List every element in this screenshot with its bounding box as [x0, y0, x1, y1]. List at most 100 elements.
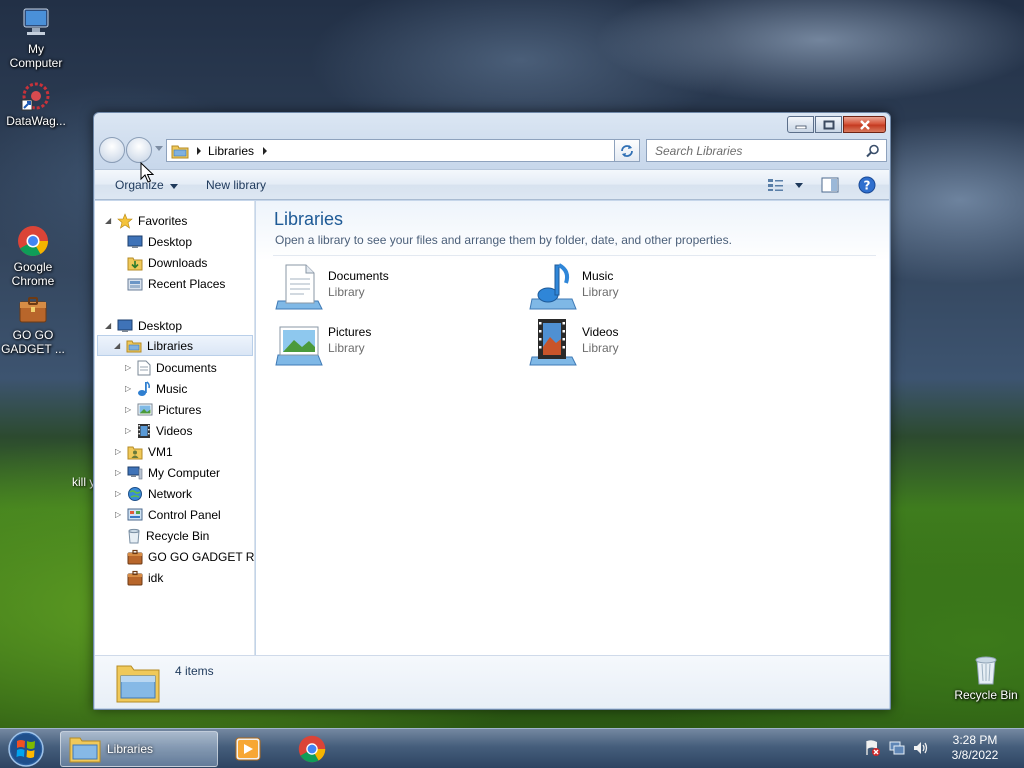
desktop-icon-recycle-bin[interactable]: Recycle Bin [950, 654, 1022, 702]
command-bar: Organize New library ? [95, 169, 889, 200]
expand-arrow-icon[interactable]: ▷ [125, 384, 135, 393]
library-videos[interactable]: Videos Library [528, 317, 768, 369]
clock[interactable]: 3:28 PM 3/8/2022 [940, 733, 1010, 763]
tree-item-favorites-desktop[interactable]: Desktop [127, 231, 192, 252]
tree-item-music[interactable]: ▷ Music [125, 378, 187, 399]
tree-item-downloads[interactable]: Downloads [127, 252, 207, 273]
desktop-icon-go-go-gadget[interactable]: GO GO GADGET ... [0, 294, 69, 356]
close-button[interactable] [843, 116, 886, 133]
libraries-icon [171, 145, 189, 158]
tree-item-go-go-gadget-rar[interactable]: GO GO GADGET RAR [127, 546, 254, 567]
collapse-arrow-icon[interactable]: ◢ [105, 321, 115, 330]
tree-item-label: idk [148, 570, 164, 585]
videos-icon [138, 423, 150, 438]
tree-item-libraries[interactable]: ◢ Libraries [97, 335, 253, 356]
collapse-arrow-icon[interactable]: ◢ [114, 341, 124, 350]
tree-item-recycle-bin[interactable]: Recycle Bin [127, 525, 209, 546]
library-kind: Library [328, 341, 365, 355]
refresh-button[interactable] [614, 139, 640, 162]
tree-item-label: VM1 [148, 444, 173, 459]
desktop-icon [127, 235, 143, 248]
navigation-pane[interactable]: ◢ Favorites Desktop Downloads Recent Pla… [95, 201, 255, 655]
library-kind: Library [582, 285, 619, 299]
search-input[interactable] [653, 141, 863, 161]
forward-button[interactable] [126, 137, 152, 163]
star-icon [117, 212, 133, 229]
tree-item-documents[interactable]: ▷ Documents [125, 357, 217, 378]
tree-item-favorites[interactable]: ◢ Favorites [105, 210, 187, 231]
maximize-icon [823, 120, 834, 129]
tree-item-label: Music [156, 381, 188, 396]
start-button[interactable] [6, 730, 46, 768]
change-view-button[interactable] [767, 178, 803, 192]
tree-item-my-computer[interactable]: ▷ My Computer [115, 462, 220, 483]
action-center-flag-icon[interactable] [864, 739, 882, 757]
desktop-icon-label: Google Chrome [11, 260, 55, 288]
refresh-icon [621, 144, 633, 157]
breadcrumb-chevron-icon[interactable] [195, 146, 203, 156]
desktop-icon-google-chrome[interactable]: Google Chrome [0, 224, 69, 288]
pictures-icon [137, 403, 153, 415]
breadcrumb-chevron-icon[interactable] [261, 146, 269, 156]
clock-date: 3/8/2022 [951, 748, 999, 762]
computer-icon [127, 466, 143, 479]
taskbar-button-label: Libraries [107, 742, 154, 756]
library-pictures[interactable]: Pictures Library [274, 317, 514, 369]
network-status-icon[interactable] [888, 739, 906, 757]
tree-item-label: Control Panel [148, 507, 221, 522]
desktop-icon-my-computer[interactable]: My Computer [0, 6, 72, 70]
tree-item-label: Pictures [158, 402, 202, 417]
tree-item-network[interactable]: ▷ Network [115, 483, 192, 504]
videos-library-icon [529, 319, 577, 366]
preview-pane-icon[interactable] [821, 177, 839, 193]
tree-item-pictures[interactable]: ▷ Pictures [125, 399, 201, 420]
maximize-button[interactable] [815, 116, 842, 133]
library-music[interactable]: Music Library [528, 261, 768, 313]
taskbar-button-libraries[interactable]: Libraries [60, 731, 218, 767]
expand-arrow-icon[interactable]: ▷ [115, 468, 125, 477]
volume-icon[interactable] [912, 739, 930, 757]
forward-arrow-icon [127, 138, 151, 162]
back-arrow-icon [100, 138, 124, 162]
expand-arrow-icon[interactable]: ▷ [115, 447, 125, 456]
tree-item-desktop[interactable]: ◢ Desktop [105, 315, 182, 336]
library-kind: Library [582, 341, 619, 355]
minimize-button[interactable] [787, 116, 814, 133]
tree-item-control-panel[interactable]: ▷ Control Panel [115, 504, 221, 525]
desktop-icon-label: GO GO GADGET ... [1, 328, 65, 356]
address-bar[interactable]: Libraries [166, 139, 640, 162]
search-icon[interactable] [866, 144, 880, 158]
library-name: Music [582, 269, 614, 283]
new-library-button[interactable]: New library [206, 178, 266, 192]
taskbar-media-player-icon[interactable] [234, 735, 262, 763]
libraries-icon [126, 340, 142, 352]
search-box[interactable] [646, 139, 887, 162]
desktop-icon-datawag[interactable]: DataWag... [0, 80, 72, 128]
expand-arrow-icon[interactable]: ▷ [125, 405, 135, 414]
breadcrumb-libraries[interactable]: Libraries [208, 144, 254, 158]
documents-icon [137, 360, 151, 375]
desktop-stray-text: kill y [72, 475, 96, 489]
tree-item-label: Desktop [138, 318, 183, 333]
items-count: 4 items [175, 664, 214, 678]
chevron-down-icon [170, 184, 179, 189]
expand-arrow-icon[interactable]: ▷ [115, 510, 125, 519]
expand-arrow-icon[interactable]: ▷ [125, 363, 135, 372]
expand-arrow-icon[interactable]: ▷ [125, 426, 135, 435]
network-icon [128, 486, 142, 501]
content-pane[interactable]: Libraries Open a library to see your fil… [256, 201, 889, 655]
library-documents[interactable]: Documents Library [274, 261, 514, 313]
tree-item-vm1[interactable]: ▷ VM1 [115, 441, 173, 462]
collapse-arrow-icon[interactable]: ◢ [105, 216, 115, 225]
explorer-window: Libraries Organize New library [93, 112, 891, 710]
tree-item-recent-places[interactable]: Recent Places [127, 273, 225, 294]
music-icon [138, 380, 151, 396]
tree-item-idk[interactable]: idk [127, 567, 163, 588]
archive-icon [19, 297, 47, 323]
tree-item-videos[interactable]: ▷ Videos [125, 420, 192, 441]
taskbar-chrome-icon[interactable] [297, 734, 327, 764]
back-button[interactable] [99, 137, 125, 163]
recent-pages-dropdown-icon[interactable] [155, 146, 163, 151]
help-icon[interactable]: ? [858, 176, 876, 194]
expand-arrow-icon[interactable]: ▷ [115, 489, 125, 498]
